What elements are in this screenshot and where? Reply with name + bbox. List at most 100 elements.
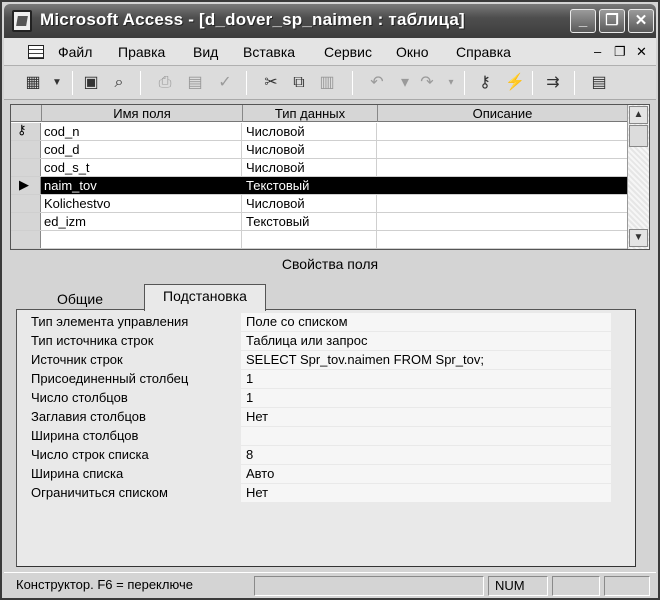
header-field-name[interactable]: Имя поля [42,105,243,122]
field-name-cell[interactable]: cod_n [42,123,242,140]
restore-button[interactable]: ❐ [599,9,625,33]
row-selector[interactable] [11,159,41,176]
primary-key-icon[interactable]: ⚷ [474,73,496,93]
property-value[interactable]: Авто [241,465,611,483]
table-row[interactable]: ⚷ cod_n Числовой [11,122,627,141]
table-row[interactable]: Kolichestvo Числовой [11,195,627,213]
data-type-cell[interactable]: Числовой [243,141,377,158]
property-row[interactable]: Тип элемента управления Поле со списком [31,313,617,332]
header-description[interactable]: Описание [378,105,627,122]
access-app-icon[interactable] [12,10,32,32]
description-cell[interactable] [378,195,627,212]
data-type-cell[interactable]: Числовой [243,159,377,176]
property-value[interactable]: SELECT Spr_tov.naimen FROM Spr_tov; [241,351,611,369]
field-name-cell[interactable] [42,231,242,248]
property-row[interactable]: Присоединенный столбец 1 [31,370,617,389]
print-icon[interactable]: ⎙ [154,73,176,93]
property-value[interactable]: Поле со списком [241,313,611,331]
data-type-cell[interactable]: Текстовый [243,213,377,230]
property-value[interactable]: Нет [241,408,611,426]
menu-tools[interactable]: Сервис [324,44,372,60]
redo-dropdown-icon[interactable]: ▾ [440,73,462,93]
doc-close-button[interactable]: ✕ [636,44,647,60]
property-row[interactable]: Тип источника строк Таблица или запрос [31,332,617,351]
property-row[interactable]: Ширина столбцов [31,427,617,446]
cut-icon[interactable]: ✂ [260,73,282,93]
field-name-cell[interactable]: ed_izm [42,213,242,230]
row-selector[interactable]: ⚷ [11,122,41,140]
description-cell[interactable] [378,159,627,176]
data-type-cell[interactable]: Числовой [243,195,377,212]
save-icon[interactable]: ▣ [80,73,102,93]
property-value[interactable]: Таблица или запрос [241,332,611,350]
undo-icon[interactable]: ↶ [366,73,388,93]
row-selector[interactable] [11,195,41,212]
data-type-cell[interactable] [243,231,377,248]
property-row[interactable]: Источник строк SELECT Spr_tov.naimen FRO… [31,351,617,370]
data-type-cell[interactable]: Числовой [243,123,377,140]
table-row[interactable]: cod_d Числовой [11,141,627,159]
property-row[interactable]: Ограничиться списком Нет [31,484,617,503]
indexes-icon[interactable]: ⚡ [504,73,526,93]
property-row[interactable]: Ширина списка Авто [31,465,617,484]
table-document-icon[interactable] [28,45,44,59]
print-preview-icon[interactable]: ▤ [184,73,206,93]
row-selector[interactable] [11,213,41,230]
data-type-cell[interactable]: Текстовый [243,177,377,194]
property-value[interactable]: Нет [241,484,611,502]
title-bar[interactable]: Microsoft Access - [d_dover_sp_naimen : … [4,4,656,38]
property-row[interactable]: Число столбцов 1 [31,389,617,408]
property-value[interactable]: 8 [241,446,611,464]
paste-icon[interactable]: ▥ [316,73,338,93]
description-cell[interactable] [378,177,627,194]
close-button[interactable]: ✕ [628,9,654,33]
menu-file[interactable]: Файл [58,44,92,60]
tab-general[interactable]: Общие [24,288,136,310]
description-cell[interactable] [378,141,627,158]
menu-insert[interactable]: Вставка [243,44,295,60]
tab-lookup[interactable]: Подстановка [144,284,266,311]
description-cell[interactable] [378,213,627,230]
minimize-button[interactable]: _ [570,9,596,33]
menu-edit[interactable]: Правка [118,44,165,60]
redo-icon[interactable]: ↷ [416,73,438,93]
table-row[interactable] [11,231,627,249]
copy-icon[interactable]: ⧉ [288,73,310,93]
table-row[interactable]: cod_s_t Числовой [11,159,627,177]
search-icon[interactable]: ⌕ [108,73,130,93]
scroll-up-icon[interactable]: ▲ [629,106,648,124]
undo-dropdown-icon[interactable]: ▾ [394,73,416,93]
dropdown-arrow-icon[interactable]: ▼ [46,73,68,93]
field-name-cell[interactable]: cod_d [42,141,242,158]
property-value[interactable]: 1 [241,389,611,407]
spelling-icon[interactable]: ✓ [214,73,236,93]
scroll-down-icon[interactable]: ▼ [629,229,648,247]
menu-view[interactable]: Вид [193,44,218,60]
scroll-thumb[interactable] [629,125,648,147]
description-cell[interactable] [378,123,627,140]
row-selector[interactable]: ▶ [11,177,41,194]
view-icon[interactable]: ▦ [22,73,44,93]
menu-help[interactable]: Справка [456,44,511,60]
insert-rows-icon[interactable]: ⇉ [542,73,564,93]
grid-vertical-scrollbar[interactable]: ▲ ▼ [627,105,649,249]
status-bar: Конструктор. F6 = переключе NUM [4,572,656,598]
properties-icon[interactable]: ▤ [588,73,610,93]
description-cell[interactable] [378,231,627,248]
row-selector[interactable] [11,141,41,158]
row-selector[interactable] [11,231,41,248]
doc-minimize-button[interactable]: – [594,44,601,59]
property-row[interactable]: Заглавия столбцов Нет [31,408,617,427]
property-value[interactable]: 1 [241,370,611,388]
doc-restore-button[interactable]: ❐ [614,44,626,60]
header-data-type[interactable]: Тип данных [243,105,378,122]
field-name-cell[interactable]: Kolichestvo [42,195,242,212]
field-name-cell[interactable]: cod_s_t [42,159,242,176]
field-name-cell[interactable]: naim_tov [42,177,242,194]
menu-window[interactable]: Окно [396,44,429,60]
property-value[interactable] [241,427,611,445]
property-row[interactable]: Число строк списка 8 [31,446,617,465]
table-row[interactable]: ed_izm Текстовый [11,213,627,231]
status-message: Конструктор. F6 = переключе [16,577,193,592]
table-row-current[interactable]: ▶ naim_tov Текстовый [11,177,627,195]
